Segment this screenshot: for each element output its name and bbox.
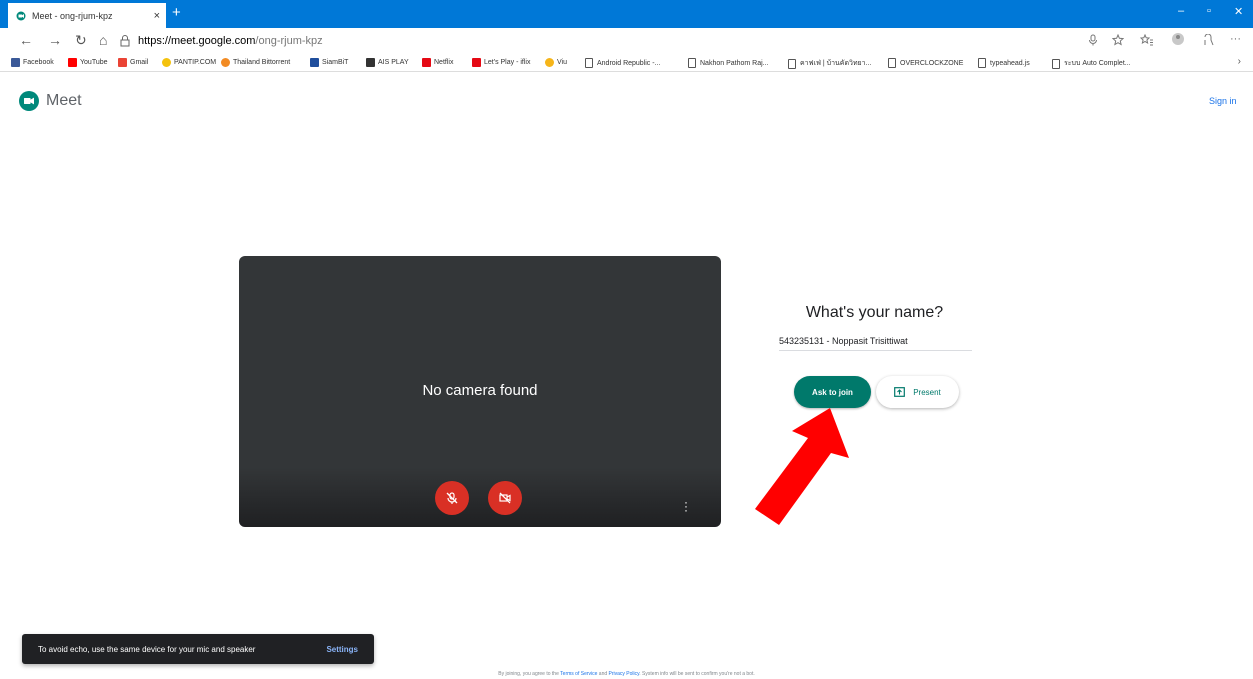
bookmark-item[interactable]: Gmail: [118, 58, 148, 67]
name-input[interactable]: [779, 331, 972, 351]
page-icon: [788, 58, 796, 69]
meet-logo-icon: [19, 91, 39, 111]
netflix-icon: [422, 58, 431, 67]
microphone-off-button[interactable]: [435, 481, 469, 515]
annotation-arrow-icon: [755, 408, 849, 525]
home-icon[interactable]: ⌂: [99, 32, 107, 48]
footer-and: and: [598, 671, 608, 677]
page-icon: [688, 58, 696, 68]
bookmark-item[interactable]: typeahead.js: [978, 58, 1030, 68]
bookmark-item[interactable]: ระบบ Auto Complet...: [1052, 58, 1131, 69]
browser-tab[interactable]: Meet - ong-rjum-kpz ×: [8, 3, 166, 28]
toast-settings-button[interactable]: Settings: [326, 645, 358, 654]
bookmark-item[interactable]: PANTIP.COM: [162, 58, 216, 67]
url-path: /ong-rjum-kpz: [255, 35, 323, 47]
page-icon: [978, 58, 986, 68]
sign-in-link[interactable]: Sign in: [1209, 96, 1237, 106]
no-camera-message: No camera found: [422, 382, 538, 399]
terms-link[interactable]: Terms of Service: [560, 671, 597, 677]
camera-off-icon: [499, 492, 511, 504]
join-heading: What's your name?: [805, 304, 944, 321]
tab-title: Meet - ong-rjum-kpz: [32, 10, 113, 21]
bookmark-item[interactable]: YouTube: [68, 58, 108, 67]
profile-icon[interactable]: [1203, 34, 1215, 46]
window-restore-icon[interactable]: ▫: [1207, 5, 1211, 17]
back-icon[interactable]: ←: [19, 32, 33, 48]
viu-icon: [545, 58, 554, 67]
window-minimize-icon[interactable]: –: [1178, 5, 1184, 17]
bookmark-item[interactable]: OVERCLOCKZONE: [888, 58, 963, 68]
pantip-icon: [162, 58, 171, 67]
bookmark-item[interactable]: Let's Play - iflix: [472, 58, 530, 67]
browser-tab-bar: Meet - ong-rjum-kpz × + – ▫ ✕: [0, 0, 1253, 28]
video-preview: No camera found · · ·: [239, 256, 721, 527]
bookmarks-overflow-icon[interactable]: ›: [1238, 56, 1241, 67]
meet-favicon-icon: [16, 11, 26, 20]
footer-suffix: . System info will be sent to confirm yo…: [639, 671, 755, 677]
bookmark-item[interactable]: Facebook: [11, 58, 54, 67]
present-label: Present: [913, 387, 941, 397]
toast-message: To avoid echo, use the same device for y…: [38, 644, 256, 654]
refresh-icon[interactable]: ↻: [75, 32, 87, 49]
siambit-icon: [310, 58, 319, 67]
present-icon: [894, 387, 906, 397]
url-field[interactable]: https://meet.google.com/ong-rjum-kpz: [138, 35, 323, 47]
microphone-off-icon: [446, 492, 458, 504]
microphone-icon[interactable]: [1088, 34, 1098, 46]
page-icon: [888, 58, 896, 68]
bookmark-item[interactable]: Thailand Bittorrent: [221, 58, 290, 67]
facebook-icon: [11, 58, 20, 67]
camera-off-button[interactable]: [488, 481, 522, 515]
privacy-link[interactable]: Privacy Policy: [609, 671, 640, 677]
bookmark-item[interactable]: Nakhon Pathom Raj...: [688, 58, 768, 68]
forward-icon[interactable]: →: [48, 32, 62, 48]
ais-play-icon: [366, 58, 375, 67]
extension-icon[interactable]: [1170, 31, 1186, 47]
gmail-icon: [118, 58, 127, 67]
footer-prefix: By joining, you agree to the: [498, 671, 559, 677]
window-close-icon[interactable]: ✕: [1234, 5, 1243, 18]
bookmark-item[interactable]: Android Republic -...: [585, 58, 660, 68]
echo-toast: To avoid echo, use the same device for y…: [22, 634, 374, 664]
bookmarks-bar: Facebook YouTube Gmail PANTIP.COM Thaila…: [0, 54, 1253, 72]
bookmark-item[interactable]: AIS PLAY: [366, 58, 409, 67]
bookmark-item[interactable]: Netflix: [422, 58, 453, 67]
bookmark-item[interactable]: Viu: [545, 58, 567, 67]
page-icon: [1052, 58, 1060, 69]
terms-footer: By joining, you agree to the Terms of Se…: [0, 671, 1253, 677]
more-options-icon[interactable]: · · ·: [684, 496, 688, 516]
youtube-icon: [68, 58, 77, 67]
bookmark-item[interactable]: คาฟเฟ่ | บ้านคัดวิทยา...: [788, 58, 871, 69]
new-tab-button[interactable]: +: [172, 4, 181, 22]
ask-to-join-button[interactable]: Ask to join: [794, 376, 871, 408]
meet-logo[interactable]: Meet: [19, 91, 82, 111]
bittorrent-icon: [221, 58, 230, 67]
lock-icon: [120, 35, 130, 47]
meet-logo-text: Meet: [46, 92, 82, 109]
page-icon: [585, 58, 593, 68]
favorites-icon[interactable]: [1140, 34, 1154, 46]
present-button[interactable]: Present: [876, 376, 959, 408]
star-icon[interactable]: [1112, 34, 1124, 46]
bookmark-item[interactable]: SiamBiT: [310, 58, 348, 67]
url-domain: https://meet.google.com: [138, 35, 256, 47]
more-menu-icon[interactable]: ···: [1230, 33, 1241, 45]
tab-close-icon[interactable]: ×: [154, 10, 160, 22]
iflix-icon: [472, 58, 481, 67]
